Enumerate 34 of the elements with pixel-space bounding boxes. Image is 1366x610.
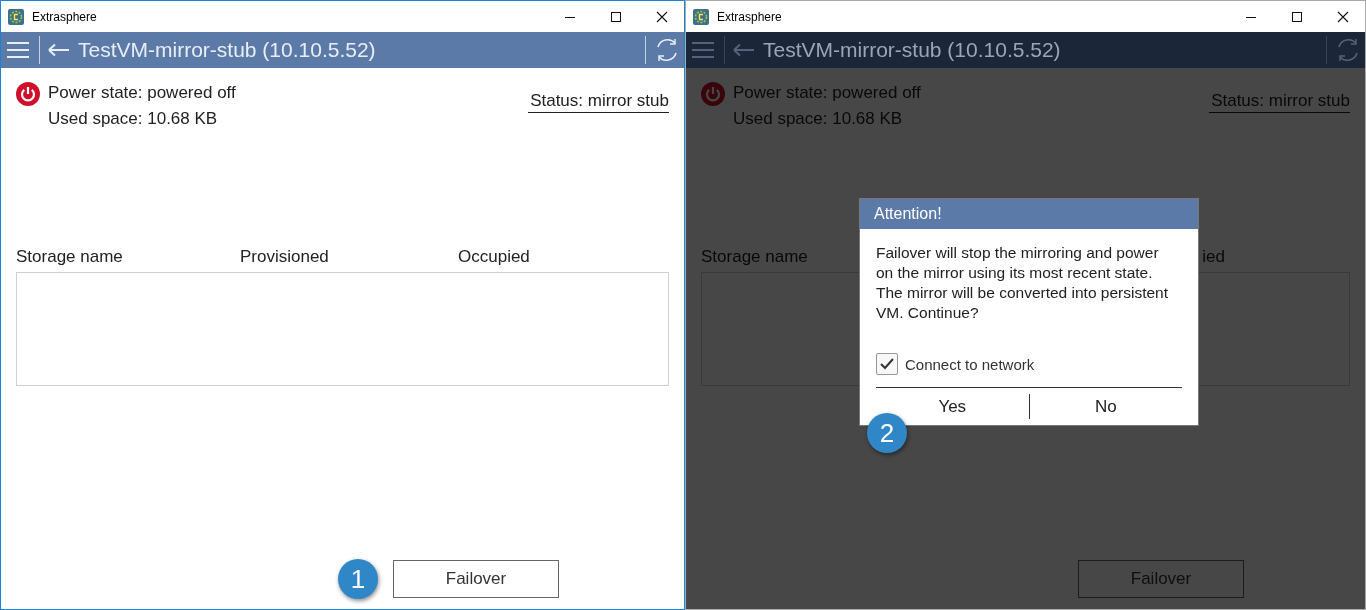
refresh-icon[interactable] [654,37,680,63]
column-header: Storage name [16,247,123,266]
close-icon[interactable] [1337,10,1349,23]
column-header: Occupied [458,247,530,266]
check-icon [879,357,895,371]
used-space-text: Used space: 10.68 KB [733,108,904,130]
refresh-icon[interactable] [1335,37,1361,63]
maximize-icon[interactable] [610,10,622,23]
app-icon [693,8,709,25]
window-title: Extrasphere [717,9,782,24]
window-title: Extrasphere [32,9,97,24]
step-badge: 2 [867,413,907,453]
app-icon [8,8,24,25]
column-header: ied [1202,247,1225,266]
checkbox[interactable] [876,353,898,375]
back-arrow-icon[interactable] [733,43,755,57]
close-icon[interactable] [656,10,668,23]
menu-icon[interactable] [692,41,714,59]
power-icon [16,82,40,106]
column-header: Storage name [701,247,808,266]
status-text: Status: mirror stub [528,90,669,113]
column-header: Provisioned [240,247,329,266]
failover-button[interactable]: Failover [393,560,559,598]
checkbox-label: Connect to network [905,355,1035,373]
dialog-button[interactable]: No [1029,390,1182,423]
power-state-text: Power state: powered off [48,82,236,104]
used-space-text: Used space: 10.68 KB [48,108,219,130]
maximize-icon[interactable] [1291,10,1303,23]
dialog-message: Failover will stop the mirroring and power on the mirror using its most recent state. The mirror will be converted into persistent VM. Continue? [876,243,1170,323]
step-badge: 1 [338,559,378,599]
power-state-text: Power state: powered off [733,82,921,104]
page-title: TestVM-mirror-stub (10.10.5.52) [763,38,1061,62]
page-title: TestVM-mirror-stub (10.10.5.52) [78,38,376,62]
dialog-title: Attention! [860,199,1198,229]
